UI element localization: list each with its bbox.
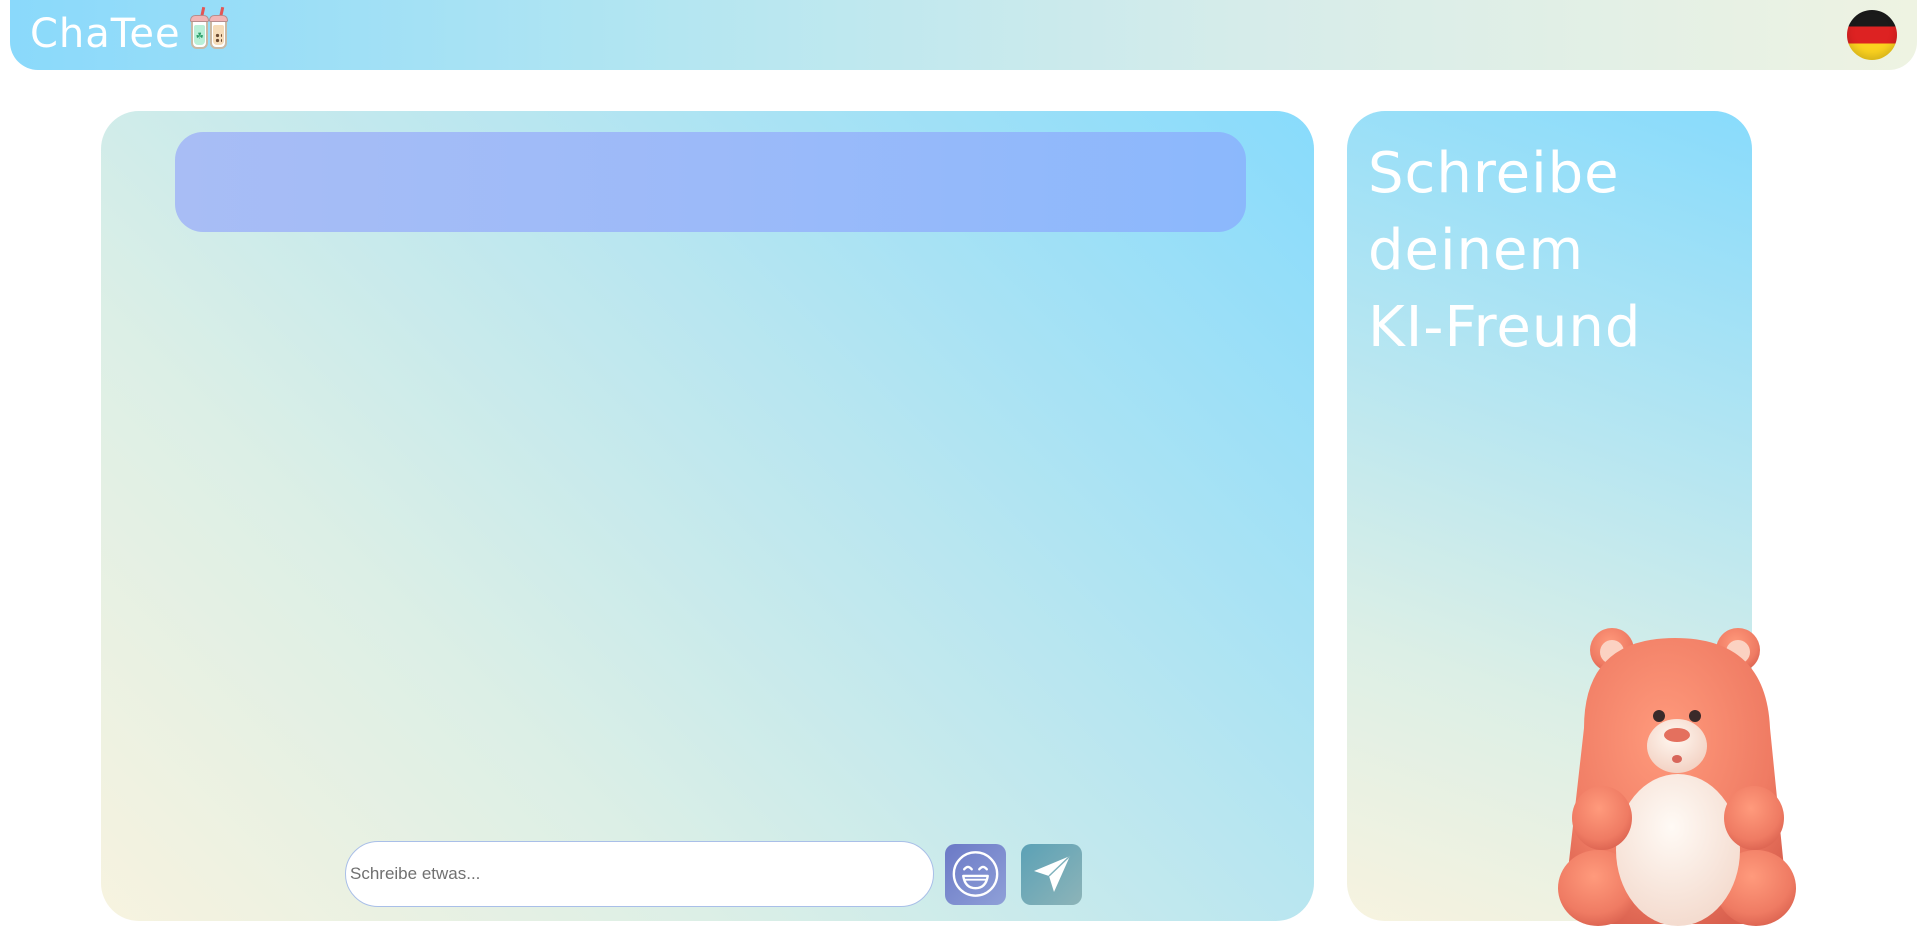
laughing-face-icon — [952, 851, 999, 897]
message-input[interactable] — [345, 841, 934, 907]
send-button[interactable] — [1021, 843, 1082, 905]
message-composer — [345, 841, 1082, 907]
bubble-tea-cup-icon — [208, 6, 228, 49]
chat-panel — [101, 111, 1314, 921]
brand-name: ChaTee — [30, 11, 181, 57]
bubble-tea-cups-icon: ☘ — [189, 6, 228, 49]
green-tea-cup-icon: ☘ — [189, 6, 209, 49]
side-title-line-1: Schreibe — [1368, 141, 1620, 206]
side-title-line-3: KI-Freund — [1368, 295, 1642, 360]
message-banner — [175, 132, 1246, 232]
brand-logo[interactable]: ChaTee ☘ — [30, 6, 228, 58]
side-panel-title: Schreibe deinem KI-Freund — [1368, 135, 1728, 366]
paper-plane-icon — [1033, 855, 1071, 892]
top-bar: ChaTee ☘ — [10, 0, 1917, 70]
bear-mascot — [1558, 628, 1796, 926]
side-title-line-2: deinem — [1368, 218, 1585, 283]
emoji-button[interactable] — [945, 843, 1006, 905]
germany-flag-icon[interactable] — [1847, 10, 1897, 60]
